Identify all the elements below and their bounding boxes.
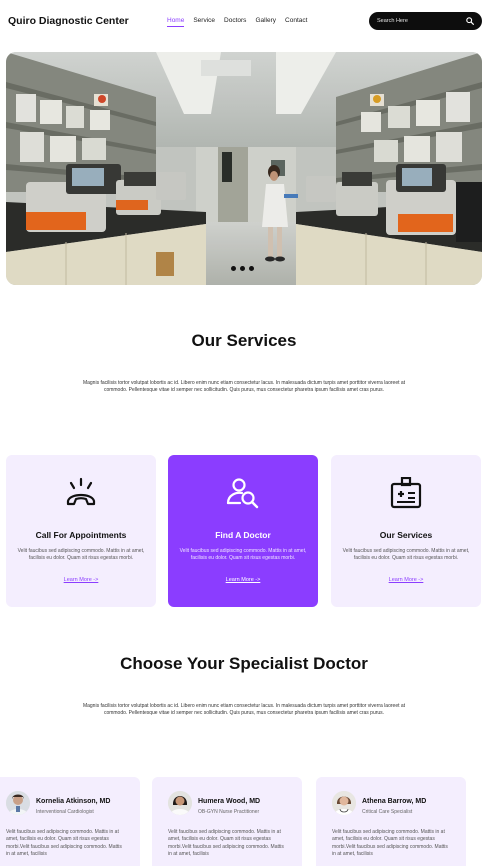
medical-id-icon: [390, 477, 422, 509]
find-doctor-icon: [226, 478, 259, 509]
service-card-our-services[interactable]: Our Services Velit faucibus sed adipisci…: [331, 455, 481, 607]
doctor-card[interactable]: Kornelia Atkinson, MD Interventional Car…: [0, 777, 140, 866]
doctor-card[interactable]: Humera Wood, MD OB-GYN Nurse Practitione…: [152, 777, 302, 866]
specialists-description: Magnis facilisis tortor volutpat loborti…: [82, 703, 406, 717]
phone-call-icon: [66, 477, 96, 506]
doctor-name: Humera Wood, MD: [198, 798, 261, 805]
doctor-role: OB-GYN Nurse Practitioner: [198, 809, 260, 815]
doctor-name: Kornelia Atkinson, MD: [36, 798, 111, 805]
specialists-title: Choose Your Specialist Doctor: [120, 654, 368, 673]
services-description: Magnis facilisis tortor volutpat loborti…: [82, 380, 406, 394]
learn-more-link[interactable]: Learn More ->: [168, 577, 318, 583]
doctor-description: Velit faucibus sed adipiscing commodo. M…: [168, 829, 284, 857]
nav-gallery[interactable]: Gallery: [255, 17, 276, 24]
service-card-text: Velit faucibus sed adipiscing commodo. M…: [17, 548, 145, 561]
doctor-portrait-icon: [332, 791, 356, 815]
doctor-name: Athena Barrow, MD: [362, 798, 427, 805]
doctor-portrait-icon: [168, 791, 192, 815]
doctor-role: Interventional Cardiologist: [36, 809, 94, 815]
doctor-portrait-icon: [6, 791, 30, 815]
learn-more-link[interactable]: Learn More ->: [6, 577, 156, 583]
learn-more-link[interactable]: Learn More ->: [331, 577, 481, 583]
carousel-dot-3[interactable]: [249, 266, 254, 271]
avatar: [168, 791, 192, 815]
main-nav: Home Service Doctors Gallery Contact: [167, 17, 307, 27]
service-card-text: Velit faucibus sed adipiscing commodo. M…: [179, 548, 307, 561]
nav-contact[interactable]: Contact: [285, 17, 307, 24]
search-input[interactable]: [377, 18, 457, 24]
hero-image-laboratory: [6, 52, 482, 285]
site-header: Quiro Diagnostic Center Home Service Doc…: [0, 0, 488, 44]
doctor-description: Velit faucibus sed adipiscing commodo. M…: [332, 829, 448, 857]
laboratory-illustration: [6, 52, 482, 285]
doctor-description: Velit faucibus sed adipiscing commodo. M…: [6, 829, 122, 857]
services-title: Our Services: [191, 331, 297, 350]
doctor-role: Critical Care Specialist: [362, 809, 413, 815]
service-card-text: Velit faucibus sed adipiscing commodo. M…: [342, 548, 470, 561]
service-card-title: Our Services: [379, 530, 433, 540]
service-card-appointments[interactable]: Call For Appointments Velit faucibus sed…: [6, 455, 156, 607]
service-card-find-doctor[interactable]: Find A Doctor Velit faucibus sed adipisc…: [168, 455, 318, 607]
service-card-title: Find A Doctor: [215, 530, 271, 540]
search-icon[interactable]: [466, 17, 474, 25]
nav-doctors[interactable]: Doctors: [224, 17, 246, 24]
nav-service[interactable]: Service: [193, 17, 215, 24]
search-box: [369, 12, 482, 30]
doctor-card[interactable]: Athena Barrow, MD Critical Care Speciali…: [316, 777, 466, 866]
service-card-title: Call For Appointments: [35, 530, 127, 540]
brand-logo[interactable]: Quiro Diagnostic Center: [8, 15, 129, 27]
nav-home[interactable]: Home: [167, 17, 185, 27]
carousel-dot-2[interactable]: [240, 266, 245, 271]
carousel-dot-1[interactable]: [231, 266, 236, 271]
carousel-dots: [231, 266, 254, 271]
avatar: [6, 791, 30, 815]
avatar: [332, 791, 356, 815]
